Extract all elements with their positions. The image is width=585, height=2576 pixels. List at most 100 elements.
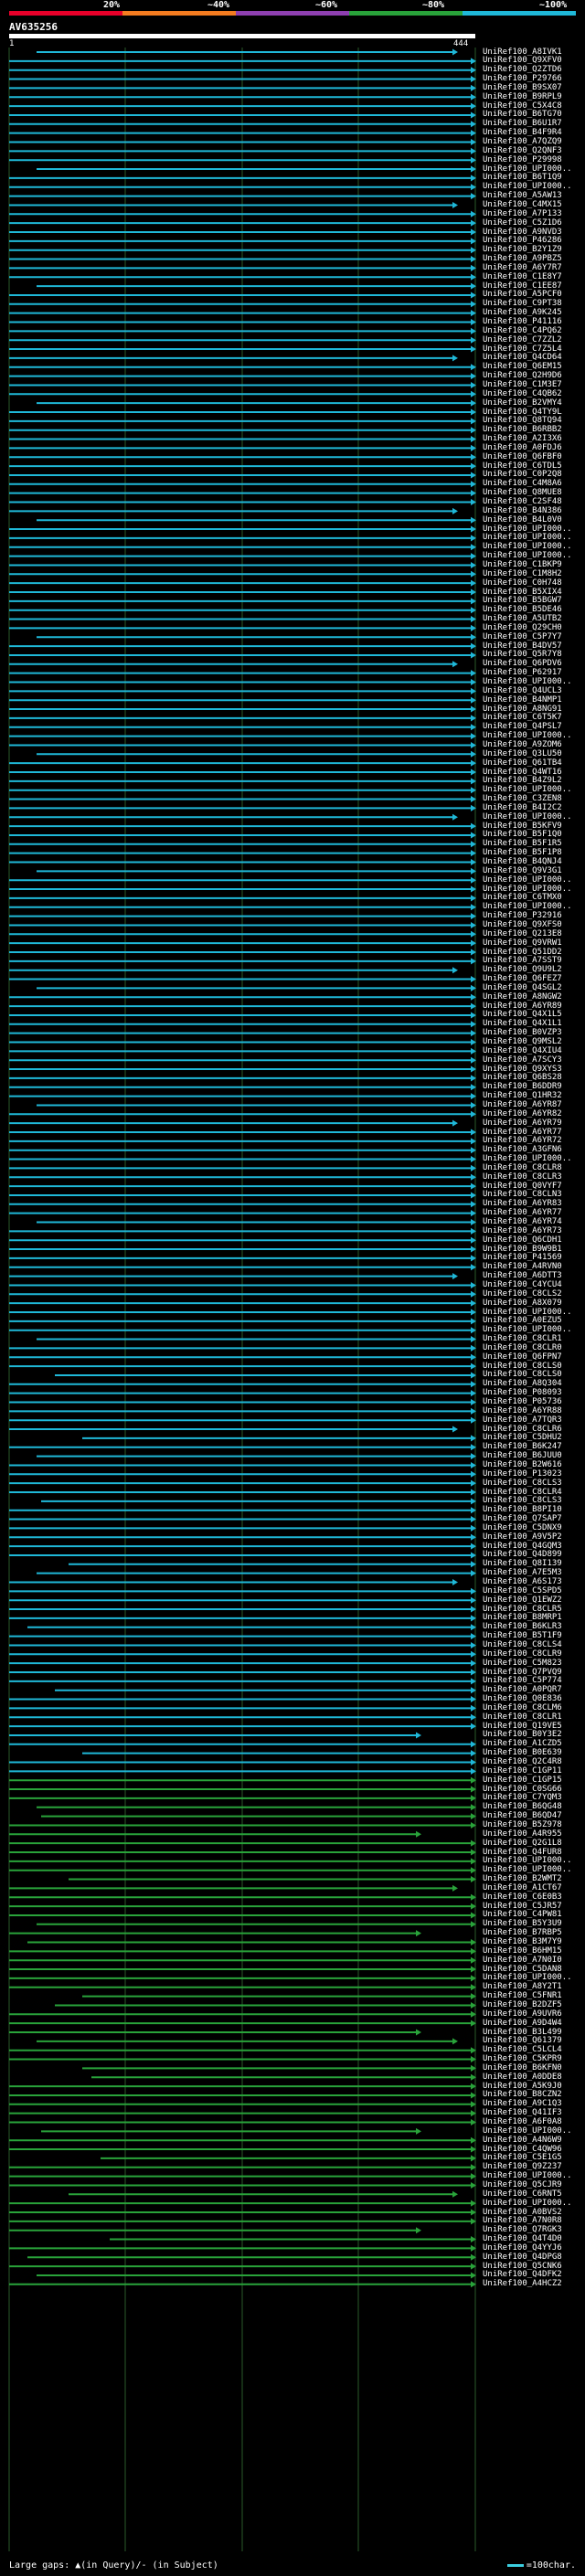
hit-label[interactable]: UniRef100_Q1HR32 [483, 1092, 562, 1100]
hit-label[interactable]: UniRef100_B5F1R5 [483, 840, 562, 848]
hit-label[interactable]: UniRef100_A7QZQ9 [483, 138, 562, 146]
hit-label[interactable]: UniRef100_A9UVR6 [483, 2009, 562, 2019]
hit-label[interactable]: UniRef100_B7RBP5 [483, 1929, 562, 1937]
hit-label[interactable]: UniRef100_Q8TQ94 [483, 417, 562, 425]
hit-label[interactable]: UniRef100_B6RBB2 [483, 426, 562, 434]
hit-label[interactable]: UniRef100_B5BGW7 [483, 597, 562, 605]
hit-label[interactable]: UniRef100_Q9XFV0 [483, 57, 562, 65]
hit-label[interactable]: UniRef100_Q2ZTD6 [483, 66, 562, 74]
hit-label[interactable]: UniRef100_Q61379 [483, 2037, 562, 2045]
hit-label[interactable]: UniRef100_A6YR89 [483, 1002, 562, 1011]
hit-label[interactable]: UniRef100_A9NVD3 [483, 228, 562, 237]
hit-label[interactable]: UniRef100_Q0E836 [483, 1695, 562, 1703]
hit-label[interactable]: UniRef100_Q5CNK6 [483, 2262, 562, 2271]
hit-label[interactable]: UniRef100_B5F1P8 [483, 849, 562, 857]
hit-label[interactable]: UniRef100_B6K247 [483, 1443, 562, 1451]
hit-label[interactable]: UniRef100_C0SG66 [483, 1785, 562, 1794]
hit-label[interactable]: UniRef100_Q4PSL7 [483, 723, 562, 731]
hit-label[interactable]: UniRef100_C8CLR1 [483, 1335, 562, 1343]
hit-label[interactable]: UniRef100_B5DE46 [483, 606, 562, 614]
hit-label[interactable]: UniRef100_P29766 [483, 75, 562, 83]
hit-label[interactable]: UniRef100_Q6EM15 [483, 363, 562, 371]
hit-label[interactable]: UniRef100_P13023 [483, 1469, 562, 1479]
hit-label[interactable]: UniRef100_UPI000.. [483, 903, 572, 911]
hit-label[interactable]: UniRef100_B5F1Q0 [483, 831, 562, 839]
hit-label[interactable]: UniRef100_B4QNJ4 [483, 858, 562, 866]
hit-label[interactable]: UniRef100_Q4D899 [483, 1551, 562, 1559]
hit-label[interactable]: UniRef100_Q2H9D6 [483, 372, 562, 380]
hit-label[interactable]: UniRef100_UPI000.. [483, 875, 572, 885]
hit-label[interactable]: UniRef100_C4QW96 [483, 2145, 562, 2154]
hit-label[interactable]: UniRef100_A7N0R8 [483, 2217, 562, 2225]
hit-label[interactable]: UniRef100_B6JUU0 [483, 1452, 562, 1460]
hit-label[interactable]: UniRef100_Q4T4D0 [483, 2235, 562, 2243]
hit-label[interactable]: UniRef100_C0H748 [483, 578, 562, 588]
hit-label[interactable]: UniRef100_C5M823 [483, 1659, 562, 1668]
hit-label[interactable]: UniRef100_Q4DFK2 [483, 2271, 562, 2279]
hit-label[interactable]: UniRef100_B2Y1Z9 [483, 246, 562, 254]
hit-label[interactable]: UniRef100_UPI000.. [483, 1974, 572, 1982]
hit-label[interactable]: UniRef100_A0EZU5 [483, 1317, 562, 1325]
hit-label[interactable]: UniRef100_UPI000.. [483, 1326, 572, 1334]
hit-label[interactable]: UniRef100_C1GP11 [483, 1766, 562, 1776]
hit-label[interactable]: UniRef100_A6YR77 [483, 1128, 562, 1137]
hit-label[interactable]: UniRef100_A7N0I0 [483, 1956, 562, 1965]
hit-label[interactable]: UniRef100_B5XIX4 [483, 588, 562, 597]
hit-label[interactable]: UniRef100_C5LCL4 [483, 2046, 562, 2054]
hit-label[interactable]: UniRef100_Q2G1L8 [483, 1839, 562, 1848]
hit-label[interactable]: UniRef100_B6DDR9 [483, 1083, 562, 1091]
hit-label[interactable]: UniRef100_B8PI10 [483, 1506, 562, 1514]
hit-label[interactable]: UniRef100_C6RNT5 [483, 2189, 562, 2199]
hit-label[interactable]: UniRef100_Q6PDV6 [483, 660, 562, 668]
hit-label[interactable]: UniRef100_Q9XYS3 [483, 1065, 562, 1074]
hit-label[interactable]: UniRef100_A4RVN0 [483, 1263, 562, 1271]
hit-label[interactable]: UniRef100_UPI000.. [483, 1857, 572, 1865]
hit-label[interactable]: UniRef100_A6YR82 [483, 1109, 562, 1118]
hit-label[interactable]: UniRef100_B6KLR3 [483, 1623, 562, 1631]
hit-label[interactable]: UniRef100_Q4DPG8 [483, 2253, 562, 2262]
hit-label[interactable]: UniRef100_B9RPL9 [483, 92, 562, 101]
hit-label[interactable]: UniRef100_C8CLR6 [483, 1425, 562, 1434]
hit-label[interactable]: UniRef100_A9PBZ5 [483, 255, 562, 263]
hit-label[interactable]: UniRef100_Q4XIU4 [483, 1046, 562, 1055]
hit-label[interactable]: UniRef100_C7Z5L4 [483, 345, 562, 354]
hit-label[interactable]: UniRef100_C9PT38 [483, 300, 562, 308]
hit-label[interactable]: UniRef100_C6T5K7 [483, 714, 562, 722]
hit-label[interactable]: UniRef100_C6E0B3 [483, 1892, 562, 1902]
hit-label[interactable]: UniRef100_UPI000.. [483, 1308, 572, 1317]
hit-label[interactable]: UniRef100_A1CZD5 [483, 1740, 562, 1748]
hit-label[interactable]: UniRef100_A8X079 [483, 1299, 562, 1308]
hit-label[interactable]: UniRef100_C4PW81 [483, 1911, 562, 1919]
hit-label[interactable]: UniRef100_A7E5M3 [483, 1569, 562, 1577]
hit-label[interactable]: UniRef100_C8CLS3 [483, 1479, 562, 1488]
hit-label[interactable]: UniRef100_UPI000.. [483, 534, 572, 542]
hit-label[interactable]: UniRef100_A8Y2T1 [483, 1983, 562, 1991]
hit-label[interactable]: UniRef100_B4L0V0 [483, 515, 562, 525]
hit-label[interactable]: UniRef100_B8CZN2 [483, 2091, 562, 2099]
hit-label[interactable]: UniRef100_A0BVS2 [483, 2208, 562, 2217]
hit-label[interactable]: UniRef100_A8NG91 [483, 705, 562, 714]
hit-label[interactable]: UniRef100_C4YCU4 [483, 1280, 562, 1289]
hit-label[interactable]: UniRef100_B4N386 [483, 506, 562, 515]
hit-label[interactable]: UniRef100_C6TDL5 [483, 461, 562, 471]
hit-label[interactable]: UniRef100_B3M7Y9 [483, 1938, 562, 1946]
hit-label[interactable]: UniRef100_C5DAN8 [483, 1965, 562, 1974]
hit-label[interactable]: UniRef100_B2WMT2 [483, 1875, 562, 1883]
hit-label[interactable]: UniRef100_Q7PVQ9 [483, 1668, 562, 1677]
hit-label[interactable]: UniRef100_B6T1Q9 [483, 174, 562, 182]
hit-label[interactable]: UniRef100_A6YR74 [483, 1218, 562, 1226]
hit-label[interactable]: UniRef100_Q4X1L1 [483, 1020, 562, 1028]
hit-label[interactable]: UniRef100_C1E8Y7 [483, 272, 562, 281]
hit-label[interactable]: UniRef100_A7P133 [483, 209, 562, 218]
hit-label[interactable]: UniRef100_UPI000.. [483, 2172, 572, 2180]
hit-label[interactable]: UniRef100_C8CLS3 [483, 1497, 562, 1505]
hit-label[interactable]: UniRef100_C5P7Y7 [483, 632, 562, 641]
hit-label[interactable]: UniRef100_A8IVK1 [483, 48, 562, 57]
hit-label[interactable]: UniRef100_Q9MSL2 [483, 1038, 562, 1046]
hit-label[interactable]: UniRef100_UPI000.. [483, 732, 572, 740]
hit-label[interactable]: UniRef100_B4F9R4 [483, 129, 562, 137]
hit-label[interactable]: UniRef100_P46286 [483, 237, 562, 245]
hit-label[interactable]: UniRef100_P05736 [483, 1398, 562, 1406]
hit-label[interactable]: UniRef100_UPI000.. [483, 1155, 572, 1163]
hit-label[interactable]: UniRef100_A6DTT3 [483, 1272, 562, 1280]
